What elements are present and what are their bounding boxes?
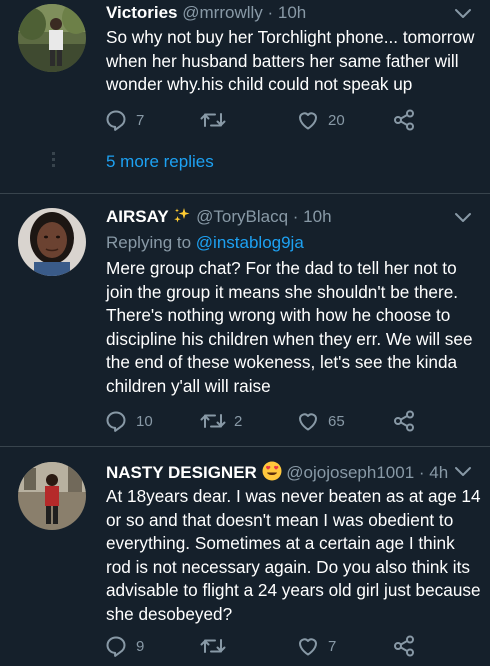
mention-link[interactable]: @instablog9ja [196, 233, 304, 252]
action-bar: 9 7 [104, 631, 484, 661]
retweet-button[interactable] [200, 631, 234, 661]
reply-count: 9 [136, 637, 145, 655]
timestamp[interactable]: · 10h [268, 3, 307, 22]
avatar[interactable] [18, 462, 86, 530]
avatar[interactable] [18, 208, 86, 276]
share-icon [394, 109, 414, 131]
like-count: 7 [328, 637, 337, 655]
share-icon [394, 635, 414, 657]
replying-to-label: Replying to [106, 233, 192, 252]
reply-button[interactable]: 7 [104, 105, 144, 135]
author-line: Victories @mrrowlly · 10h [106, 3, 306, 23]
timestamp[interactable]: · 4h [419, 463, 448, 482]
reply-count: 7 [136, 111, 145, 129]
tweet-nasty-designer[interactable]: NASTY DESIGNER @ojojoseph1001 · 4h At 18… [0, 447, 490, 666]
show-more-replies-link[interactable]: 5 more replies [106, 152, 214, 172]
reply-button[interactable]: 9 [104, 631, 144, 661]
reply-button[interactable]: 10 [104, 406, 153, 436]
display-name[interactable]: NASTY DESIGNER [106, 463, 257, 482]
retweet-icon [200, 113, 226, 127]
reply-icon [106, 411, 126, 432]
thread-connector [52, 152, 56, 170]
share-button[interactable] [392, 105, 416, 135]
display-name[interactable]: AIRSAY [106, 207, 169, 226]
reply-count: 10 [136, 412, 153, 430]
avatar[interactable] [18, 4, 86, 72]
share-button[interactable] [392, 406, 416, 436]
like-icon [299, 112, 317, 130]
tweet-text: At 18years dear. I was never beaten as a… [106, 486, 481, 624]
like-count: 20 [328, 111, 345, 129]
retweet-button[interactable] [200, 105, 234, 135]
tweet-airsay[interactable]: AIRSAY @ToryBlacq · 10h Replying to @ins… [0, 194, 490, 442]
like-icon [299, 413, 317, 431]
user-handle[interactable]: @ojojoseph1001 [286, 463, 414, 482]
like-icon [299, 638, 317, 656]
retweet-icon [200, 639, 226, 653]
retweet-button[interactable]: 2 [200, 406, 242, 436]
author-line: NASTY DESIGNER @ojojoseph1001 · 4h [106, 461, 448, 483]
like-button[interactable]: 65 [296, 406, 345, 436]
reply-icon [106, 636, 126, 657]
chevron-down-icon[interactable] [454, 212, 472, 224]
action-bar: 7 20 [104, 105, 484, 135]
chevron-down-icon[interactable] [454, 466, 472, 478]
tweet-victories[interactable]: Victories @mrrowlly · 10h So why not buy… [0, 0, 490, 192]
tweet-text: Mere group chat? For the dad to tell her… [106, 258, 473, 396]
user-handle[interactable]: @ToryBlacq [196, 207, 288, 226]
retweet-icon [200, 414, 226, 428]
display-name[interactable]: Victories [106, 3, 178, 22]
retweet-count: 2 [234, 412, 243, 430]
heart-eyes-emoji [262, 461, 282, 481]
tweet-text: So why not buy her Torchlight phone... t… [106, 27, 475, 95]
timestamp[interactable]: · 10h [293, 207, 332, 226]
sparkles-emoji [174, 208, 190, 223]
author-line: AIRSAY @ToryBlacq · 10h [106, 207, 332, 227]
share-icon [394, 410, 414, 432]
share-button[interactable] [392, 631, 416, 661]
reply-icon [106, 110, 126, 131]
chevron-down-icon[interactable] [454, 8, 472, 20]
user-handle[interactable]: @mrrowlly [182, 3, 263, 22]
action-bar: 10 2 65 [104, 406, 484, 436]
like-button[interactable]: 20 [296, 105, 345, 135]
replying-to: Replying to @instablog9ja [106, 233, 304, 253]
like-count: 65 [328, 412, 345, 430]
like-button[interactable]: 7 [296, 631, 336, 661]
